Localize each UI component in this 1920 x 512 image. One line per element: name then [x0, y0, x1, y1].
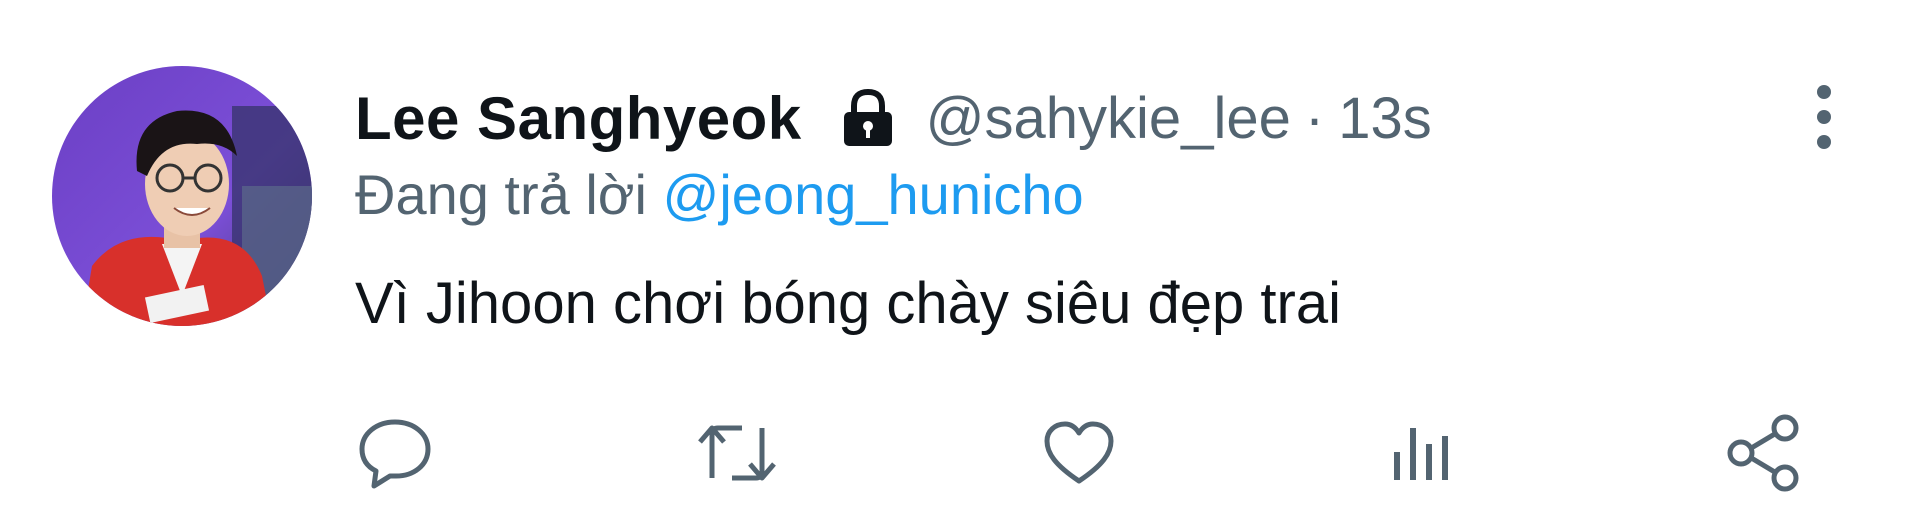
views-button[interactable]	[1378, 410, 1464, 496]
bar-chart-icon	[1394, 428, 1448, 480]
comment-bubble-icon	[359, 419, 431, 489]
timestamp[interactable]: 13s	[1338, 85, 1432, 152]
avatar[interactable]	[52, 66, 312, 326]
reply-prefix: Đang trả lời	[355, 163, 647, 226]
reply-context: Đang trả lời @jeong_hunicho	[355, 162, 1084, 227]
separator-dot: ·	[1304, 85, 1325, 151]
tweet-text: Vì Jihoon chơi bóng chày siêu đẹp trai	[355, 271, 1341, 336]
retweet-arrows-icon	[698, 425, 776, 481]
heart-icon	[1044, 421, 1114, 484]
more-vertical-icon[interactable]	[1804, 82, 1844, 152]
user-handle[interactable]: @sahykie_lee	[926, 85, 1291, 152]
reply-mention-link[interactable]: @jeong_hunicho	[663, 163, 1084, 226]
retweet-button[interactable]	[694, 410, 780, 496]
display-name[interactable]: Lee Sanghyeok	[355, 84, 802, 153]
share-button[interactable]	[1720, 410, 1806, 496]
reply-button[interactable]	[352, 410, 438, 496]
tweet-header: Lee Sanghyeok @sahykie_lee · 13s	[355, 78, 1432, 158]
avatar-image	[52, 66, 312, 326]
share-nodes-icon	[1727, 414, 1799, 492]
tweet-card[interactable]: Lee Sanghyeok @sahykie_lee · 13s Đang tr…	[0, 0, 1920, 512]
like-button[interactable]	[1036, 410, 1122, 496]
lock-icon	[836, 86, 900, 150]
